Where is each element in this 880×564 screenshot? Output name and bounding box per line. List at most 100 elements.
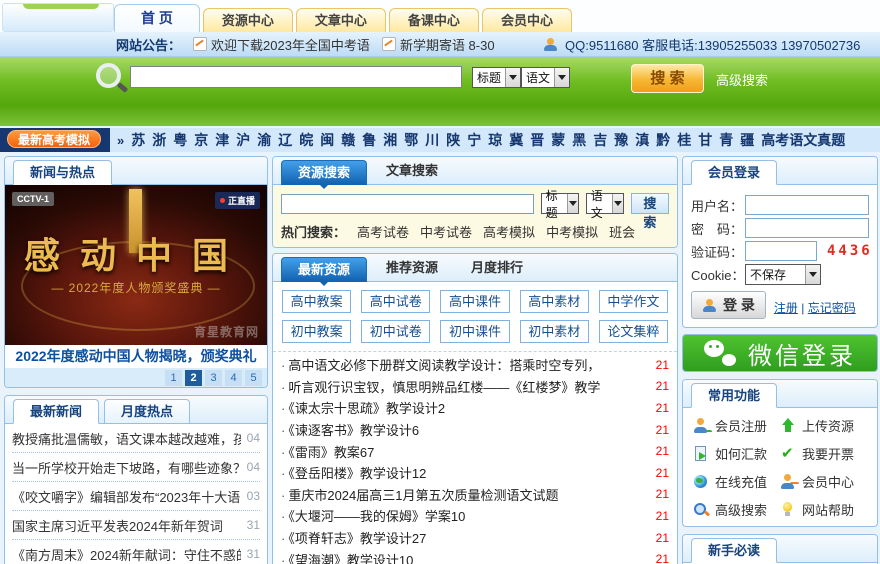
province-link[interactable]: 滇 [635, 130, 649, 150]
search-button[interactable]: 搜 索 [631, 64, 704, 93]
province-link[interactable]: 甘 [698, 130, 712, 150]
nav-tab-home[interactable]: 首 页 [114, 4, 200, 32]
province-link[interactable]: 琼 [488, 130, 502, 150]
province-link[interactable]: 闽 [320, 130, 334, 150]
func-advanced-search[interactable]: 高级搜索 [693, 500, 780, 519]
province-link[interactable]: 黑 [572, 130, 586, 150]
province-link[interactable]: 浙 [152, 130, 166, 150]
resource-item[interactable]: 《望海潮》教学设计1021 [281, 548, 669, 564]
resource-item[interactable]: 《谏逐客书》教学设计621 [281, 419, 669, 441]
hot-search-link[interactable]: 中考模拟 [546, 222, 598, 241]
username-field[interactable] [745, 195, 869, 215]
resource-search-button[interactable]: 搜 索 [630, 193, 669, 230]
province-link[interactable]: 辽 [278, 130, 292, 150]
province-link[interactable]: 桂 [677, 130, 691, 150]
tab-member-login[interactable]: 会员登录 [691, 160, 778, 185]
gaokao-real-exam-link[interactable]: 高考语文真题 [761, 130, 845, 150]
resource-item[interactable]: 《谏太宗十思疏》教学设计221 [281, 397, 669, 419]
tab-recommended-resources[interactable]: 推荐资源 [372, 255, 452, 281]
hot-search-link[interactable]: 中考试卷 [420, 222, 472, 241]
province-link[interactable]: 陕 [446, 130, 460, 150]
news-item[interactable]: 国家主席习近平发表2024年新年贺词 31 [12, 511, 260, 540]
category-button[interactable]: 初中课件 [440, 320, 510, 343]
news-item[interactable]: 《南方周末》2024新年献词：守住不惑的 31 [12, 540, 260, 564]
resource-item[interactable]: 《大堰河——我的保姆》学案1021 [281, 505, 669, 527]
cookie-select[interactable]: 不保存 [745, 263, 821, 285]
hot-search-link[interactable]: 高考试卷 [357, 222, 409, 241]
search-subject-select[interactable]: 语文 [521, 67, 571, 88]
province-link[interactable]: 津 [215, 130, 229, 150]
func-upload-resource[interactable]: 上传资源 [780, 416, 867, 435]
register-link[interactable]: 注册 [774, 301, 798, 315]
resource-field-select[interactable]: 标题 [540, 189, 579, 220]
latest-exam-badge[interactable]: 最新高考模拟 [7, 130, 102, 148]
category-button[interactable]: 高中教案 [282, 290, 352, 313]
func-member-register[interactable]: 会员注册 [693, 416, 780, 435]
province-link[interactable]: 蒙 [551, 130, 565, 150]
site-search-input[interactable] [130, 66, 462, 88]
func-online-recharge[interactable]: 在线充值 [693, 472, 780, 491]
resource-item[interactable]: 高中语文必修下册群文阅读教学设计：搭乘时空专列，21 [281, 354, 669, 376]
notice-link[interactable]: 欢迎下载2023年全国中考语 [193, 35, 370, 54]
province-link[interactable]: 川 [425, 130, 439, 150]
province-link[interactable]: 粤 [173, 130, 187, 150]
func-how-to-pay[interactable]: 如何汇款 [693, 444, 780, 463]
tab-latest-resources[interactable]: 最新资源 [281, 257, 368, 286]
pager-1[interactable]: 1 [165, 369, 182, 386]
tab-common-functions[interactable]: 常用功能 [691, 383, 778, 408]
tab-monthly-hot[interactable]: 月度热点 [104, 399, 191, 424]
province-link[interactable]: 吉 [593, 130, 607, 150]
province-link[interactable]: 赣 [341, 130, 355, 150]
province-link[interactable]: 青 [719, 130, 733, 150]
province-link[interactable]: 沪 [236, 130, 250, 150]
province-link[interactable]: 苏 [131, 130, 145, 150]
resource-item[interactable]: 《雷雨》教案6721 [281, 440, 669, 462]
wechat-login-button[interactable]: 微信登录 [682, 334, 878, 372]
pager-3[interactable]: 3 [205, 369, 222, 386]
tab-resource-search[interactable]: 资源搜索 [281, 160, 368, 189]
news-item[interactable]: 当一所学校开始走下坡路，有哪些迹象？ 04 [12, 453, 260, 482]
tab-latest-news[interactable]: 最新新闻 [13, 399, 100, 424]
nav-tab-member-center[interactable]: 会员中心 [481, 8, 572, 32]
news-image[interactable]: CCTV-1 正直播 感动中国 — 2022年度人物颁奖盛典 — 育星教育网 [5, 185, 267, 345]
func-site-help[interactable]: 网站帮助 [780, 500, 867, 519]
province-link[interactable]: 湘 [383, 130, 397, 150]
category-button[interactable]: 中学作文 [598, 290, 668, 313]
search-field-select[interactable]: 标题 [472, 67, 522, 88]
resource-search-input[interactable] [281, 193, 534, 214]
news-item[interactable]: 《咬文嚼字》编辑部发布“2023年十大语 03 [12, 482, 260, 511]
nav-tab-lesson-prep[interactable]: 备课中心 [388, 8, 479, 32]
news-image-caption[interactable]: 2022年度感动中国人物揭晓，颁奖典礼 [5, 345, 267, 368]
category-button[interactable]: 论文集粹 [598, 320, 668, 343]
category-button[interactable]: 初中素材 [519, 320, 589, 343]
password-field[interactable] [745, 218, 869, 238]
category-button[interactable]: 高中试卷 [361, 290, 431, 313]
province-link[interactable]: 鄂 [404, 130, 418, 150]
tab-news-hotspot[interactable]: 新闻与热点 [13, 160, 113, 185]
nav-tab-articles[interactable]: 文章中心 [295, 8, 386, 32]
province-link[interactable]: 京 [194, 130, 208, 150]
province-link[interactable]: 鲁 [362, 130, 376, 150]
tab-monthly-ranking[interactable]: 月度排行 [457, 255, 537, 281]
pager-5[interactable]: 5 [245, 369, 262, 386]
hot-search-link[interactable]: 班会 [609, 222, 635, 241]
province-link[interactable]: 渝 [257, 130, 271, 150]
nav-tab-resources[interactable]: 资源中心 [202, 8, 293, 32]
resource-item[interactable]: 《项脊轩志》教学设计2721 [281, 527, 669, 549]
pager-4[interactable]: 4 [225, 369, 242, 386]
tab-newbie-must-read[interactable]: 新手必读 [691, 538, 778, 563]
category-button[interactable]: 高中课件 [440, 290, 510, 313]
resource-item[interactable]: 《登岳阳楼》教学设计1221 [281, 462, 669, 484]
province-link[interactable]: 皖 [299, 130, 313, 150]
func-request-invoice[interactable]: 我要开票 [780, 444, 867, 463]
func-member-center[interactable]: 会员中心 [780, 472, 867, 491]
resource-item[interactable]: 听言观行识宝钗，慎思明辨品红楼——《红楼梦》教学21 [281, 376, 669, 398]
forgot-password-link[interactable]: 忘记密码 [808, 301, 856, 315]
notice-link[interactable]: 新学期寄语 8-30 [381, 35, 495, 54]
hot-search-link[interactable]: 高考模拟 [483, 222, 535, 241]
news-item[interactable]: 教授痛批温儒敏，语文课本越改越难，孩 04 [12, 424, 260, 453]
province-link[interactable]: 冀 [509, 130, 523, 150]
category-button[interactable]: 高中素材 [519, 290, 589, 313]
province-link[interactable]: 豫 [614, 130, 628, 150]
login-button[interactable]: 登 录 [691, 291, 766, 319]
